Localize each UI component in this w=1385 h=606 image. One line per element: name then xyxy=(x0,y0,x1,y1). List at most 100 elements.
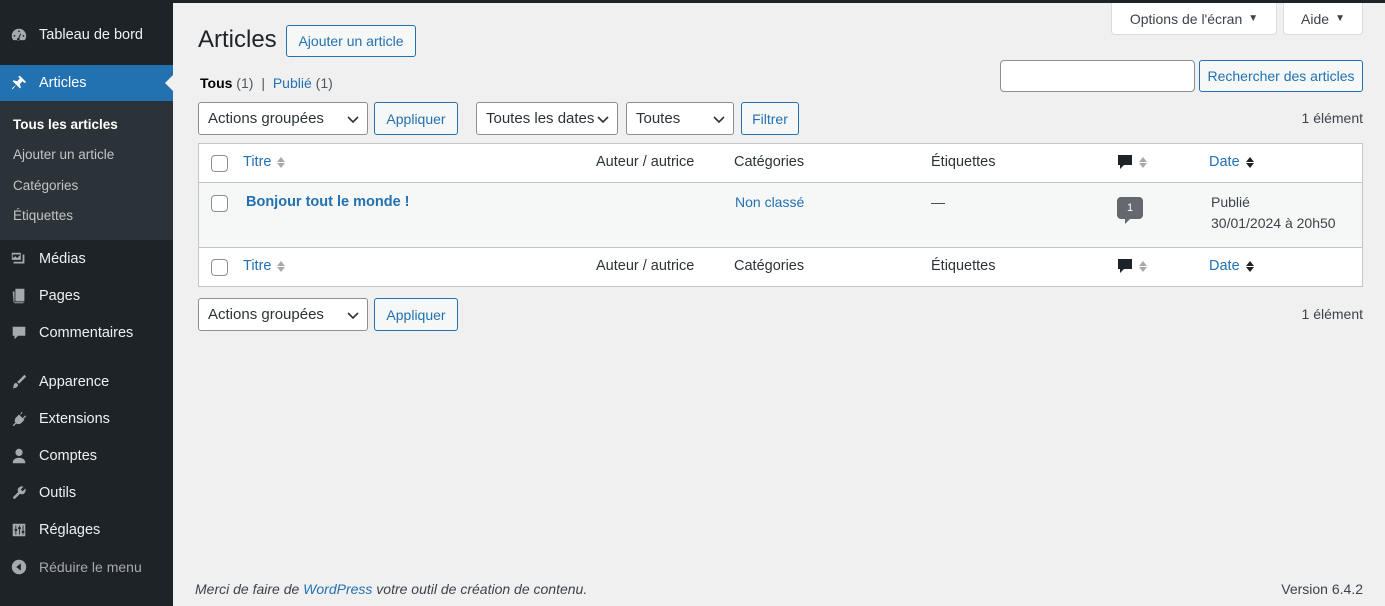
post-date: 30/01/2024 à 20h50 xyxy=(1211,215,1336,231)
plugin-icon xyxy=(9,409,29,429)
submenu-all-articles[interactable]: Tous les articles xyxy=(13,117,118,132)
wrench-icon xyxy=(9,483,29,503)
status-filter-links: Tous (1) | Publié (1) xyxy=(200,75,333,91)
screen-options-button[interactable]: Options de l'écran ▼ xyxy=(1111,3,1277,35)
column-title-label: Titre xyxy=(243,154,272,170)
column-title-footer[interactable]: Titre xyxy=(243,258,286,274)
column-categories-header: Catégories xyxy=(734,154,805,170)
menu-label: Réglages xyxy=(39,522,101,538)
table-row: Bonjour tout le monde ! Non classé — 1 P… xyxy=(199,182,1362,248)
filter-published-count: (1) xyxy=(315,75,333,91)
submenu-tags[interactable]: Étiquettes xyxy=(13,208,73,223)
caret-down-icon: ▼ xyxy=(1335,13,1345,24)
filter-button[interactable]: Filtrer xyxy=(741,102,799,135)
column-date-label: Date xyxy=(1209,154,1240,170)
row-checkbox[interactable] xyxy=(211,195,228,212)
menu-item-articles[interactable]: Articles xyxy=(0,65,173,101)
column-title-header[interactable]: Titre xyxy=(243,154,286,170)
collapse-menu-button[interactable]: Réduire le menu xyxy=(0,550,173,584)
post-title-link[interactable]: Bonjour tout le monde ! xyxy=(246,194,410,210)
column-categories-footer: Catégories xyxy=(734,258,805,274)
apply-button-bottom[interactable]: Appliquer xyxy=(374,298,458,331)
footer-thanks-prefix: Merci de faire de xyxy=(195,581,304,597)
admin-sidebar: Tableau de bord Articles Tous les articl… xyxy=(0,0,173,606)
brush-icon xyxy=(9,372,29,392)
footer-thanks-suffix: votre outil de création de contenu. xyxy=(372,581,588,597)
help-label: Aide xyxy=(1301,10,1330,27)
sort-icon xyxy=(277,260,286,272)
bulk-actions-value: Actions groupées xyxy=(208,306,324,323)
collapse-arrow-icon xyxy=(9,557,29,577)
column-date-footer[interactable]: Date xyxy=(1209,258,1254,274)
comment-count-badge[interactable]: 1 xyxy=(1117,197,1143,224)
search-articles-button[interactable]: Rechercher des articles xyxy=(1199,60,1363,92)
help-button[interactable]: Aide ▼ xyxy=(1283,3,1363,35)
submenu-add-article[interactable]: Ajouter un article xyxy=(13,147,114,162)
comment-icon xyxy=(1118,155,1132,169)
filter-all-count: (1) xyxy=(236,75,254,91)
bulk-actions-select-top[interactable]: Actions groupées xyxy=(198,102,368,135)
footer-version: Version 6.4.2 xyxy=(1281,581,1363,597)
menu-item-dashboard[interactable]: Tableau de bord xyxy=(0,18,173,52)
menu-item-tools[interactable]: Outils xyxy=(0,476,173,510)
menu-item-media[interactable]: Médias xyxy=(0,242,173,276)
sort-icon xyxy=(1139,260,1147,272)
add-article-button[interactable]: Ajouter un article xyxy=(286,25,416,57)
items-count-top: 1 élément xyxy=(1301,110,1363,126)
posts-table: Titre Auteur / autrice Catégories Étique… xyxy=(198,143,1363,287)
page-title: Articles xyxy=(198,26,277,53)
post-tags: — xyxy=(931,194,945,210)
post-category-link[interactable]: Non classé xyxy=(735,194,804,210)
sort-desc-icon xyxy=(1245,260,1254,272)
submenu-categories[interactable]: Catégories xyxy=(13,178,78,193)
column-date-header[interactable]: Date xyxy=(1209,154,1254,170)
column-date-label: Date xyxy=(1209,258,1240,274)
wordpress-link[interactable]: WordPress xyxy=(303,581,372,597)
select-all-checkbox[interactable] xyxy=(211,155,228,172)
column-author-footer: Auteur / autrice xyxy=(596,258,695,274)
sort-icon xyxy=(1139,156,1147,168)
filter-published-link[interactable]: Publié xyxy=(273,75,312,91)
chevron-down-icon xyxy=(597,116,609,124)
column-comments-header[interactable] xyxy=(1117,154,1147,170)
categories-value: Toutes xyxy=(636,110,681,127)
media-icon xyxy=(9,249,29,269)
chevron-down-icon xyxy=(347,312,359,320)
sort-icon xyxy=(277,156,286,168)
menu-label: Articles xyxy=(39,75,87,91)
menu-label: Extensions xyxy=(39,411,110,427)
menu-label: Tableau de bord xyxy=(39,27,143,43)
menu-label: Commentaires xyxy=(39,325,134,341)
column-tags-footer: Étiquettes xyxy=(931,258,996,274)
dates-select[interactable]: Toutes les dates xyxy=(476,102,618,135)
post-status: Publié xyxy=(1211,194,1250,210)
menu-item-appearance[interactable]: Apparence xyxy=(0,365,173,399)
chevron-down-icon xyxy=(713,116,725,124)
menu-label: Comptes xyxy=(39,448,98,464)
menu-label: Pages xyxy=(39,288,81,304)
screen-options-label: Options de l'écran xyxy=(1129,10,1243,27)
menu-item-comments[interactable]: Commentaires xyxy=(0,316,173,350)
menu-item-plugins[interactable]: Extensions xyxy=(0,402,173,436)
footer-thanks: Merci de faire de WordPress votre outil … xyxy=(195,581,587,597)
pushpin-icon xyxy=(9,73,29,93)
dashboard-icon xyxy=(9,25,29,45)
table-header: Titre Auteur / autrice Catégories Étique… xyxy=(199,144,1362,182)
articles-submenu: Tous les articles Ajouter un article Cat… xyxy=(0,101,173,240)
menu-item-settings[interactable]: Réglages xyxy=(0,513,173,547)
menu-item-users[interactable]: Comptes xyxy=(0,439,173,473)
menu-label: Apparence xyxy=(39,374,110,390)
comment-icon xyxy=(9,323,29,343)
column-comments-footer[interactable] xyxy=(1117,258,1147,274)
menu-label: Outils xyxy=(39,485,77,501)
search-input[interactable] xyxy=(1000,60,1195,92)
categories-select[interactable]: Toutes xyxy=(626,102,734,135)
menu-item-pages[interactable]: Pages xyxy=(0,279,173,313)
filter-all-link[interactable]: Tous xyxy=(200,75,232,91)
bulk-actions-select-bottom[interactable]: Actions groupées xyxy=(198,298,368,331)
select-all-checkbox-bottom[interactable] xyxy=(211,259,228,276)
comment-icon xyxy=(1118,259,1132,273)
apply-button-top[interactable]: Appliquer xyxy=(374,102,458,135)
filter-separator: | xyxy=(261,75,265,91)
caret-down-icon: ▼ xyxy=(1248,13,1259,24)
